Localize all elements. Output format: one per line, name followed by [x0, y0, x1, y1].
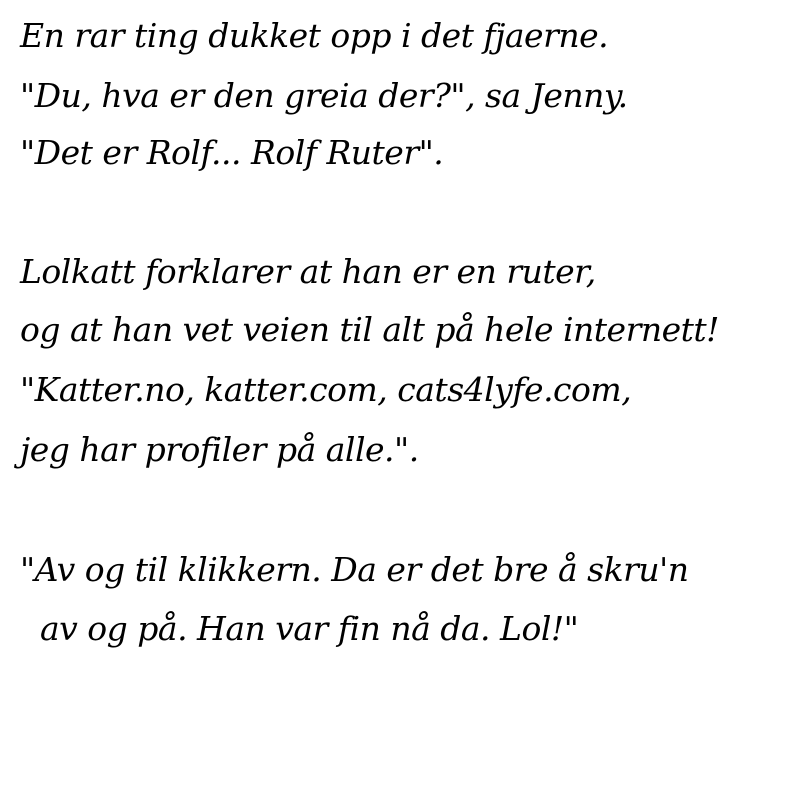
- story-line: Lolkatt forklarer at han er en ruter,: [20, 252, 596, 291]
- story-line: "Katter.no, katter.com, cats4lyfe.com,: [20, 370, 632, 409]
- story-line: av og på. Han var fin nå da. Lol!": [20, 609, 579, 648]
- story-line: jeg har profiler på alle.".: [20, 430, 419, 469]
- story-line: En rar ting dukket opp i det fjaerne.: [20, 16, 609, 55]
- story-line: "Du, hva er den greia der?", sa Jenny.: [20, 76, 628, 115]
- story-line: "Av og til klikkern. Da er det bre å skr…: [20, 550, 689, 589]
- story-page: En rar ting dukket opp i det fjaerne. "D…: [0, 0, 800, 800]
- story-line: og at han vet veien til alt på hele inte…: [20, 310, 719, 349]
- story-line: "Det er Rolf... Rolf Ruter".: [20, 133, 444, 172]
